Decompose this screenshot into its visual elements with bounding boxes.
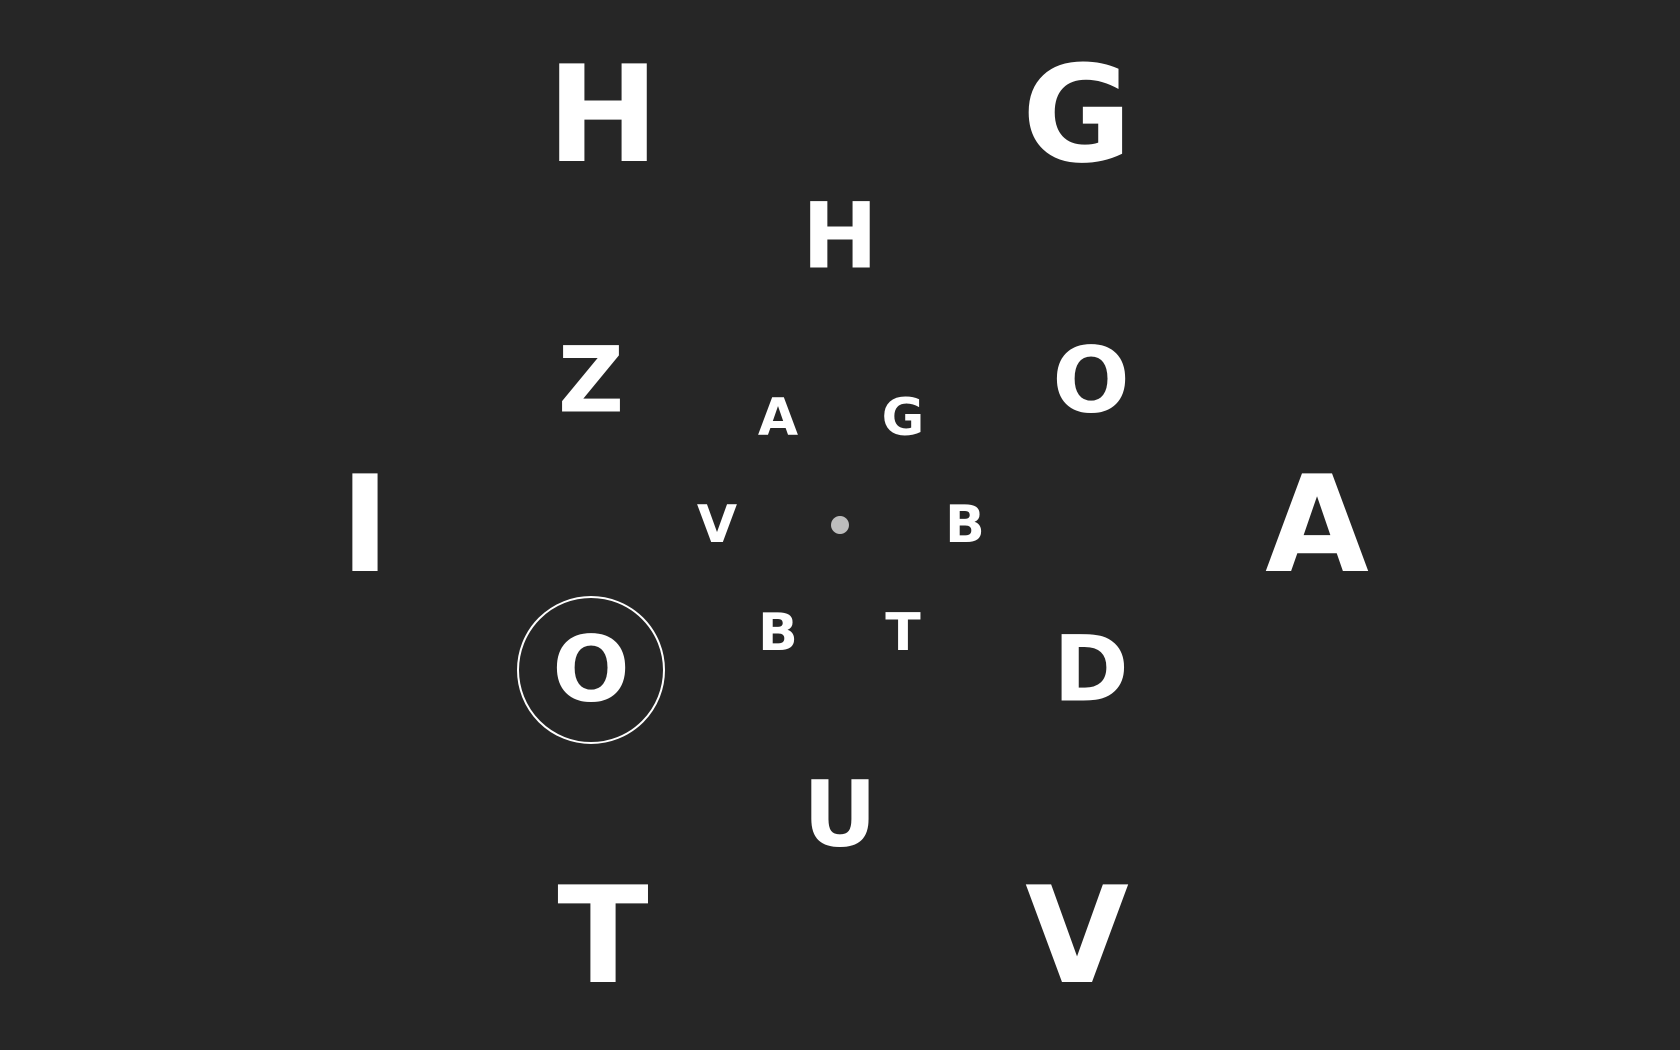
middle-letter-bottom[interactable]: U <box>803 770 877 861</box>
middle-letter-upper-left[interactable]: Z <box>558 336 624 427</box>
outer-letter-top-right[interactable]: G <box>1022 48 1132 182</box>
letter-chart-canvas: H G I A T V H Z O O D U A G V B B T <box>0 0 1680 1050</box>
inner-letter-left[interactable]: V <box>697 499 737 551</box>
middle-letter-upper-right[interactable]: O <box>1052 336 1129 427</box>
middle-letter-lower-right[interactable]: D <box>1053 625 1129 716</box>
middle-letter-lower-left[interactable]: O <box>552 625 629 716</box>
outer-letter-top-left[interactable]: H <box>547 48 659 182</box>
middle-letter-top[interactable]: H <box>802 192 878 283</box>
inner-letter-lower-right[interactable]: T <box>885 607 920 659</box>
inner-letter-upper-right[interactable]: G <box>882 392 925 444</box>
outer-letter-bottom-left[interactable]: T <box>557 869 648 1003</box>
outer-letter-right[interactable]: A <box>1265 458 1369 592</box>
inner-letter-upper-left[interactable]: A <box>758 392 798 444</box>
inner-letter-lower-left[interactable]: B <box>758 607 798 659</box>
outer-letter-left[interactable]: I <box>340 458 390 592</box>
inner-letter-right[interactable]: B <box>945 499 985 551</box>
outer-letter-bottom-right[interactable]: V <box>1025 869 1129 1003</box>
fixation-dot <box>831 516 849 534</box>
